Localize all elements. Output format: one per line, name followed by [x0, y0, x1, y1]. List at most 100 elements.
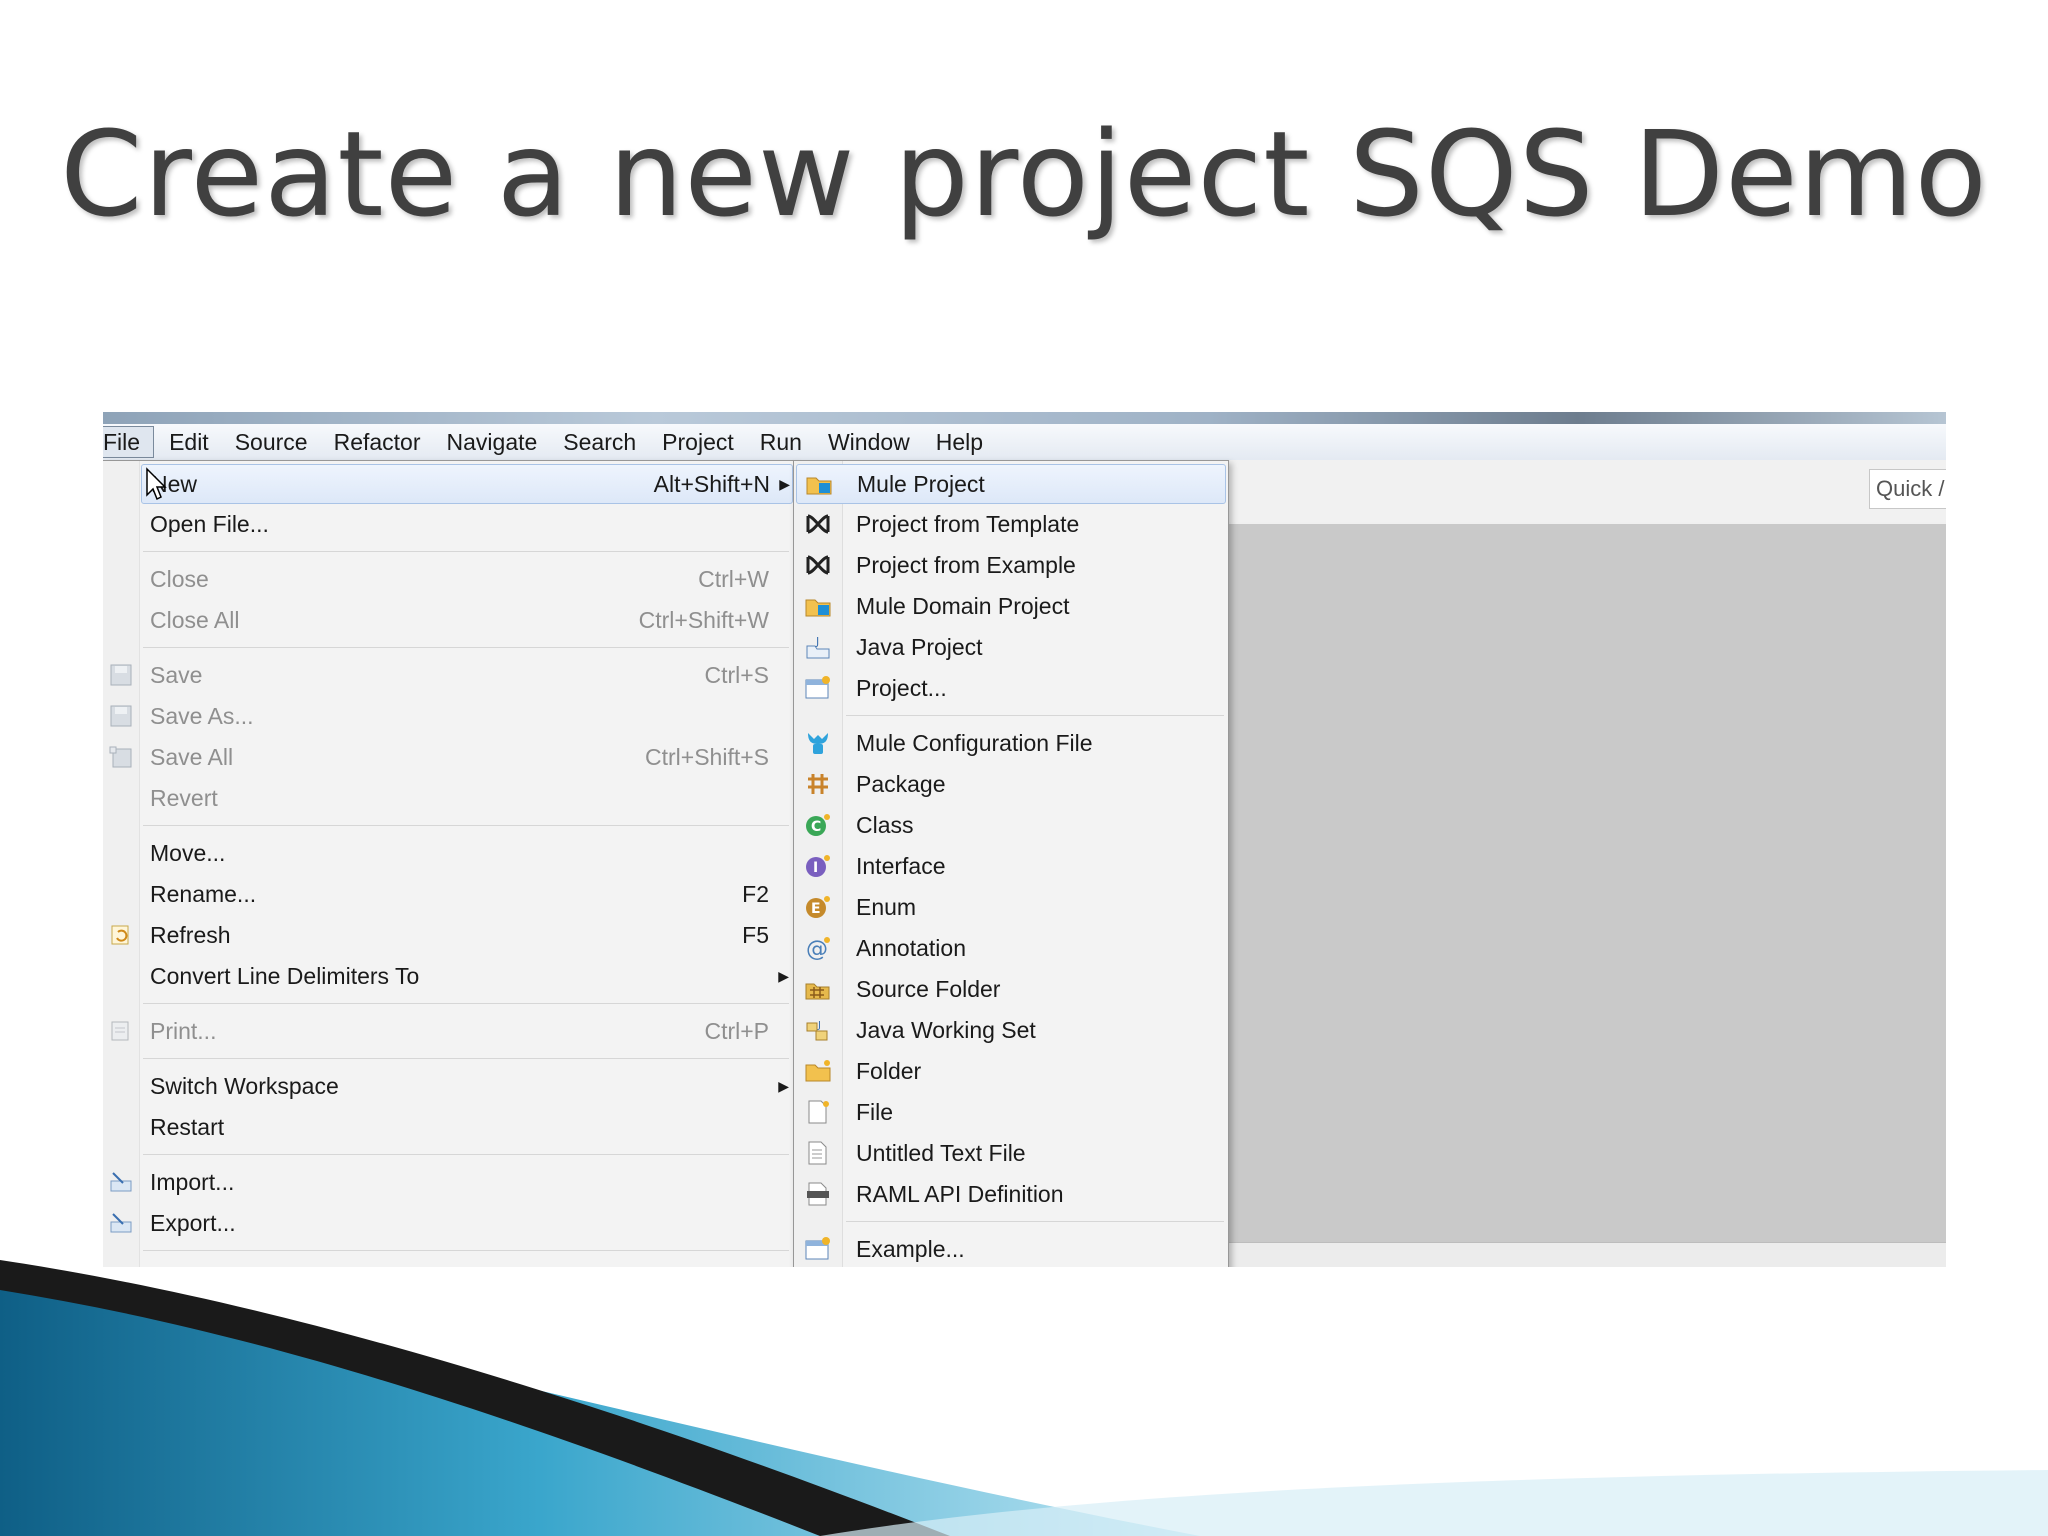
- new-enum[interactable]: E Enum: [796, 888, 1224, 926]
- file-menu-save-all-label: Save All: [150, 744, 234, 770]
- export-icon: [110, 1213, 132, 1233]
- new-folder[interactable]: Folder: [796, 1052, 1224, 1090]
- file-menu-new[interactable]: New Alt+Shift+N ▶: [141, 464, 793, 504]
- menu-bar: File Edit Source Refactor Navigate Searc…: [103, 424, 1946, 461]
- new-mule-domain-project[interactable]: Mule Domain Project: [796, 587, 1224, 625]
- new-file[interactable]: File: [796, 1093, 1224, 1131]
- new-source-folder[interactable]: Source Folder: [796, 970, 1224, 1008]
- new-interface-label: Interface: [856, 853, 946, 879]
- file-menu-print-shortcut: Ctrl+P: [704, 1018, 769, 1044]
- file-menu-revert-label: Revert: [150, 785, 218, 811]
- new-untitled-text-file-label: Untitled Text File: [856, 1140, 1026, 1166]
- svg-text:J: J: [815, 635, 819, 648]
- file-menu-save-as-label: Save As...: [150, 703, 254, 729]
- new-mule-configuration-file[interactable]: Mule Configuration File: [796, 724, 1224, 762]
- menu-file[interactable]: File: [103, 426, 155, 458]
- file-menu-save-label: Save: [150, 662, 203, 688]
- file-menu-refresh-label: Refresh: [150, 922, 231, 948]
- submenu-arrow-icon: ▶: [778, 1078, 789, 1094]
- file-menu-save-as[interactable]: Save As...: [110, 697, 791, 735]
- file-menu-close-label: Close: [150, 566, 209, 592]
- submenu-arrow-icon: ▶: [779, 476, 790, 492]
- file-menu-rename-label: Rename...: [150, 881, 257, 907]
- file-menu-print-label: Print...: [150, 1018, 217, 1044]
- new-class[interactable]: C Class: [796, 806, 1224, 844]
- new-java-project[interactable]: J Java Project: [796, 628, 1224, 666]
- menu-run[interactable]: Run: [747, 427, 815, 457]
- file-menu-save-shortcut: Ctrl+S: [704, 662, 769, 688]
- menu-navigate[interactable]: Navigate: [434, 427, 551, 457]
- editor-area: [1228, 524, 1946, 1242]
- toolbar-area: [1228, 460, 1946, 522]
- file-menu: New Alt+Shift+N ▶ Open File... Close Ctr…: [103, 460, 795, 1267]
- quick-access-input[interactable]: Quick /: [1869, 469, 1946, 509]
- menu-window[interactable]: Window: [815, 427, 923, 457]
- new-package[interactable]: Package: [796, 765, 1224, 803]
- save-as-icon: [110, 705, 132, 727]
- save-icon: [110, 664, 132, 686]
- file-menu-open-file[interactable]: Open File...: [141, 505, 791, 543]
- menu-edit[interactable]: Edit: [156, 427, 222, 457]
- svg-text:E: E: [811, 901, 821, 917]
- file-menu-export[interactable]: Export...: [110, 1204, 791, 1242]
- file-menu-rename[interactable]: Rename... F2: [141, 875, 791, 913]
- new-project-from-template[interactable]: Project from Template: [796, 505, 1224, 543]
- menu-refactor[interactable]: Refactor: [321, 427, 434, 457]
- file-menu-close-all-label: Close All: [150, 607, 240, 633]
- new-project-from-example-label: Project from Example: [856, 552, 1076, 578]
- submenu-arrow-icon: ▶: [778, 968, 789, 984]
- file-menu-restart[interactable]: Restart: [141, 1108, 791, 1146]
- file-menu-open-file-label: Open File...: [150, 511, 269, 537]
- refresh-icon: [111, 925, 129, 945]
- menu-separator: [143, 825, 789, 826]
- menu-source[interactable]: Source: [222, 427, 321, 457]
- new-raml-api-definition[interactable]: RAML API Definition: [796, 1175, 1224, 1213]
- file-menu-close-shortcut: Ctrl+W: [698, 566, 769, 592]
- window-titlebar: [103, 412, 1946, 424]
- new-java-project-label: Java Project: [856, 634, 983, 660]
- file-menu-save-all[interactable]: Save All Ctrl+Shift+S: [109, 738, 791, 776]
- new-untitled-text-file[interactable]: Untitled Text File: [796, 1134, 1224, 1172]
- slide-title: Create a new project SQS Demo: [60, 105, 1988, 243]
- file-menu-convert-line-delimiters[interactable]: Convert Line Delimiters To ▶: [141, 957, 791, 995]
- save-all-icon: [109, 746, 132, 768]
- import-icon: [110, 1172, 132, 1192]
- raml-icon: [804, 1181, 832, 1207]
- menu-search[interactable]: Search: [550, 427, 649, 457]
- new-java-working-set[interactable]: J Java Working Set: [796, 1011, 1224, 1049]
- file-menu-move-label: Move...: [150, 840, 226, 866]
- text-file-icon: [804, 1140, 832, 1166]
- source-folder-icon: [804, 976, 832, 1002]
- new-project-from-template-label: Project from Template: [856, 511, 1080, 537]
- menu-project[interactable]: Project: [649, 427, 747, 457]
- menu-separator: [143, 1154, 789, 1155]
- new-raml-api-definition-label: RAML API Definition: [856, 1181, 1064, 1207]
- new-project-from-example[interactable]: Project from Example: [796, 546, 1224, 584]
- folder-icon: [804, 1058, 832, 1084]
- menu-separator: [143, 1250, 789, 1251]
- file-menu-import[interactable]: Import...: [110, 1163, 791, 1201]
- new-package-label: Package: [856, 771, 946, 797]
- new-mule-configuration-file-label: Mule Configuration File: [856, 730, 1093, 756]
- file-menu-switch-workspace[interactable]: Switch Workspace ▶: [141, 1067, 791, 1105]
- file-menu-move[interactable]: Move...: [141, 834, 791, 872]
- file-menu-new-shortcut: Alt+Shift+N: [653, 471, 770, 497]
- menu-help[interactable]: Help: [923, 427, 996, 457]
- file-menu-refresh[interactable]: Refresh F5: [111, 916, 791, 954]
- mouse-cursor-icon: [146, 467, 167, 501]
- new-interface[interactable]: I Interface: [796, 847, 1224, 885]
- annotation-icon: @: [804, 935, 832, 961]
- file-menu-close-all[interactable]: Close All Ctrl+Shift+W: [141, 601, 791, 639]
- file-menu-rename-shortcut: F2: [742, 881, 769, 907]
- enum-icon: E: [804, 894, 832, 920]
- menu-separator: [143, 1003, 789, 1004]
- mule-domain-icon: [804, 593, 832, 619]
- new-annotation[interactable]: @ Annotation: [796, 929, 1224, 967]
- new-mule-project[interactable]: Mule Project: [796, 464, 1226, 504]
- file-menu-save[interactable]: Save Ctrl+S: [110, 656, 791, 694]
- file-menu-revert[interactable]: Revert: [141, 779, 791, 817]
- new-project[interactable]: Project...: [796, 669, 1224, 707]
- file-menu-print[interactable]: Print... Ctrl+P: [111, 1012, 791, 1050]
- file-menu-close[interactable]: Close Ctrl+W: [141, 560, 791, 598]
- new-class-label: Class: [856, 812, 914, 838]
